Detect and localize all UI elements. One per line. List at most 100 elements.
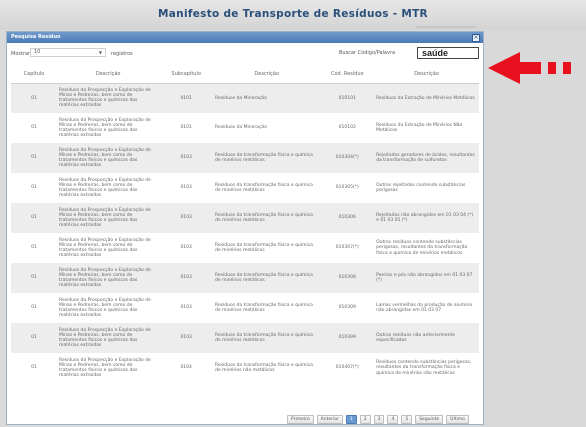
- page-size-select[interactable]: 10 ▼: [30, 48, 106, 57]
- search-residue-dialog: Pesquisa Resíduo × Mostrar 10 ▼ registro…: [6, 31, 484, 425]
- cell-chapter: 01: [31, 95, 37, 101]
- cell-chapter-description: Resíduos da Prospecção e Exploração de M…: [59, 117, 151, 139]
- dialog-title: Pesquisa Resíduo: [11, 34, 61, 40]
- first-page-button[interactable]: Primeiro: [287, 415, 314, 424]
- arrow-shaft-icon: [519, 62, 541, 74]
- arrow-dash-icon: [563, 62, 571, 74]
- cell-chapter: 01: [31, 305, 37, 311]
- cell-residue-code: 010304(*): [335, 155, 359, 161]
- cell-residue-code: 010102: [338, 125, 356, 131]
- cell-residue-description: Lamas vermelhas da produção de alumina n…: [376, 302, 472, 313]
- cell-subchapter-description: Resíduos da transformação física e quími…: [215, 332, 313, 343]
- cell-chapter-description: Resíduos da Prospecção e Exploração de M…: [59, 237, 151, 259]
- cell-subchapter: 0103: [180, 215, 192, 221]
- table-controls: Mostrar 10 ▼ registros Buscar Código/Pal…: [7, 46, 483, 62]
- cell-chapter-description: Resíduos da Prospecção e Exploração de M…: [59, 207, 151, 229]
- residue-table: Capítulo Descrição Subcapítulo Descrição…: [11, 65, 479, 383]
- cell-chapter: 01: [31, 245, 37, 251]
- cell-residue-code: 010407(*): [335, 365, 359, 371]
- column-header-residue-code[interactable]: Cód. Resíduo: [320, 65, 375, 84]
- page-button-2[interactable]: 2: [359, 415, 371, 424]
- cell-residue-code: 010399: [338, 335, 356, 341]
- column-header-subchapter-description[interactable]: Descrição: [213, 65, 321, 84]
- cell-residue-description: Outros rejeitados contendo substâncias p…: [376, 182, 466, 193]
- close-icon[interactable]: ×: [472, 33, 480, 42]
- cell-subchapter-description: Resíduos da transformação física e quími…: [215, 152, 313, 163]
- cell-subchapter: 0103: [180, 185, 192, 191]
- cell-chapter-description: Resíduos da Prospecção e Exploração de M…: [59, 327, 151, 349]
- column-header-residue-description[interactable]: Descrição: [374, 65, 479, 84]
- page-button-3[interactable]: 3: [373, 415, 385, 424]
- column-header-subchapter[interactable]: Subcapítulo: [159, 65, 214, 84]
- table-row[interactable]: 01 Resíduos da Prospecção e Exploração de…: [11, 203, 479, 233]
- column-header-chapter[interactable]: Capítulo: [11, 65, 58, 84]
- dialog-titlebar[interactable]: Pesquisa Resíduo ×: [7, 32, 483, 43]
- table-row[interactable]: 01 Resíduos da Prospecção e Exploração de…: [11, 353, 479, 383]
- cell-residue-code: 010307(*): [335, 245, 359, 251]
- cell-subchapter: 0103: [180, 275, 192, 281]
- cell-chapter: 01: [31, 155, 37, 161]
- column-header-chapter-description[interactable]: Descrição: [57, 65, 160, 84]
- chevron-down-icon: ▼: [98, 50, 102, 55]
- table-row[interactable]: 01 Resíduos da Prospecção e Exploração de…: [11, 173, 479, 203]
- cell-residue-description: Outros resíduos não anteriormente especi…: [376, 332, 456, 343]
- cell-subchapter-description: Resíduos da transformação física e quími…: [215, 182, 313, 193]
- page-button-4[interactable]: 4: [387, 415, 399, 424]
- cell-subchapter: 0101: [180, 95, 192, 101]
- table-row[interactable]: 01 Resíduos da Prospecção e Exploração de…: [11, 263, 479, 293]
- cell-subchapter: 0103: [180, 245, 192, 251]
- cell-chapter: 01: [31, 185, 37, 191]
- cell-residue-code: 010308: [338, 275, 356, 281]
- previous-page-button[interactable]: Anterior: [316, 415, 343, 424]
- table-row[interactable]: 01 Resíduos da Prospecção e Exploração de…: [11, 83, 479, 113]
- cell-subchapter: 0101: [180, 125, 192, 131]
- header-divider: [416, 26, 476, 28]
- cell-chapter: 01: [31, 365, 37, 371]
- cell-residue-description: Resíduos da Extração de Minérios Não Met…: [376, 122, 463, 133]
- table-row[interactable]: 01 Resíduos da Prospecção e Exploração de…: [11, 113, 479, 143]
- cell-subchapter: 0103: [180, 335, 192, 341]
- cell-subchapter: 0103: [180, 305, 192, 311]
- cell-chapter-description: Resíduos da Prospecção e Exploração de M…: [59, 87, 151, 109]
- search-label: Buscar Código/Palavra: [339, 50, 396, 56]
- cell-subchapter-description: Resíduos da Mineração: [215, 95, 267, 101]
- cell-chapter: 01: [31, 125, 37, 131]
- page-button-1[interactable]: 1: [345, 415, 357, 424]
- cell-residue-description: Poeiras e pós não abrangidos em 01 03 07…: [376, 272, 473, 283]
- cell-chapter: 01: [31, 215, 37, 221]
- cell-residue-description: Rejeitados geradores de ácidos, resultan…: [376, 152, 475, 163]
- table-header-row: Capítulo Descrição Subcapítulo Descrição…: [11, 65, 479, 84]
- cell-subchapter-description: Resíduos da transformação física e quími…: [215, 302, 313, 313]
- page-button-5[interactable]: 5: [401, 415, 413, 424]
- cell-chapter-description: Resíduos da Prospecção e Exploração de M…: [59, 357, 151, 379]
- cell-subchapter: 0103: [180, 155, 192, 161]
- next-page-button[interactable]: Seguinte: [415, 415, 444, 424]
- table-row[interactable]: 01 Resíduos da Prospecção e Exploração de…: [11, 143, 479, 173]
- arrow-dash-icon: [548, 62, 556, 74]
- cell-residue-description: Outros resíduos contendo substâncias per…: [376, 240, 468, 256]
- pagination: Primeiro Anterior 1 2 3 4 5 Seguinte Últ…: [287, 415, 469, 425]
- arrow-head-icon: [488, 52, 520, 84]
- cell-subchapter-description: Resíduos da transformação física e quími…: [215, 242, 313, 253]
- show-label: Mostrar: [11, 51, 31, 57]
- cell-chapter: 01: [31, 335, 37, 341]
- cell-chapter: 01: [31, 275, 37, 281]
- page-size-value: 10: [34, 49, 41, 55]
- search-input[interactable]: [417, 47, 479, 59]
- app-header: Manifesto de Transporte de Resíduos - MT…: [0, 0, 586, 30]
- cell-residue-code: 010309: [338, 305, 356, 311]
- table-row[interactable]: 01 Resíduos da Prospecção e Exploração de…: [11, 323, 479, 353]
- last-page-button[interactable]: Último: [446, 415, 469, 424]
- cell-subchapter-description: Resíduos da transformação física e quími…: [215, 272, 313, 283]
- app-title: Manifesto de Transporte de Resíduos - MT…: [158, 8, 428, 20]
- cell-residue-description: Rejeitados não abrangidos em 01 03 04 (*…: [376, 212, 474, 223]
- cell-residue-description: Resíduos da Extração de Minérios Metálic…: [376, 95, 475, 101]
- table-row[interactable]: 01 Resíduos da Prospecção e Exploração de…: [11, 233, 479, 263]
- records-label: registros: [111, 51, 133, 57]
- cell-chapter-description: Resíduos da Prospecção e Exploração de M…: [59, 267, 151, 289]
- cell-subchapter-description: Resíduos da Mineração: [215, 125, 267, 131]
- cell-residue-code: 010306: [338, 215, 356, 221]
- cell-chapter-description: Resíduos da Prospecção e Exploração de M…: [59, 147, 151, 169]
- table-row[interactable]: 01 Resíduos da Prospecção e Exploração de…: [11, 293, 479, 323]
- cell-subchapter-description: Resíduos da transformação física e quími…: [215, 362, 313, 373]
